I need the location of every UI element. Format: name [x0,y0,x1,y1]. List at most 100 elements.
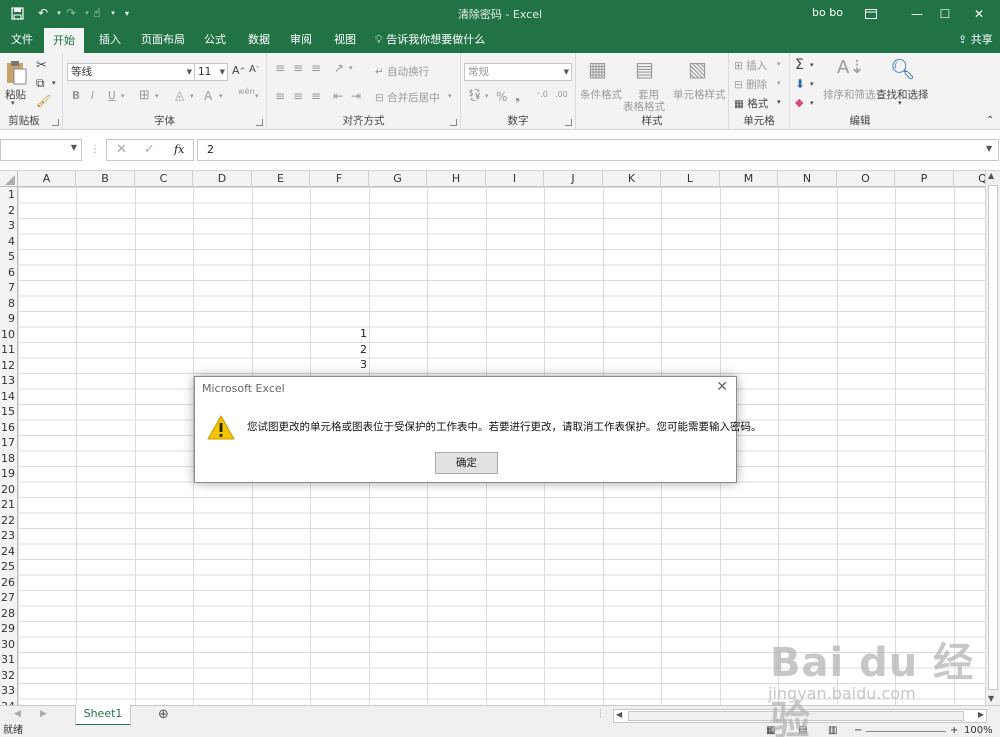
shrink-font-icon[interactable]: Aˇ [249,64,259,75]
underline-dropdown-icon[interactable]: ▾ [121,92,125,100]
row-header-22[interactable]: 22 [0,512,18,528]
sort-filter-icon[interactable]: A⇣ [837,57,864,78]
tab-insert[interactable]: 插入 [97,27,123,53]
row-header-33[interactable]: 33 [0,683,18,699]
row-header-27[interactable]: 27 [0,590,18,606]
insert-dropdown-icon[interactable]: ▾ [777,60,781,68]
row-header-16[interactable]: 16 [0,419,18,435]
column-header-e[interactable]: E [252,171,310,187]
comma-style-icon[interactable]: ❟ [515,89,520,104]
row-header-8[interactable]: 8 [0,295,18,311]
tab-formulas[interactable]: 公式 [202,27,228,53]
borders-dropdown-icon[interactable]: ▾ [155,92,159,100]
column-header-d[interactable]: D [193,171,252,187]
fill-icon[interactable]: ⬇ [795,77,805,91]
row-header-10[interactable]: 10 [0,326,18,342]
orientation-dropdown-icon[interactable]: ▾ [349,64,353,72]
merge-dropdown-icon[interactable]: ▾ [448,92,452,100]
find-dropdown-icon[interactable]: ▾ [898,99,902,107]
paste-dropdown-icon[interactable]: ▾ [11,99,15,107]
phonetic-icon[interactable]: wén [238,87,255,96]
row-header-29[interactable]: 29 [0,621,18,637]
increase-decimal-icon[interactable]: ⁺.0 [536,90,548,99]
row-header-30[interactable]: 30 [0,636,18,652]
column-header-p[interactable]: P [895,171,954,187]
column-header-a[interactable]: A [18,171,76,187]
underline-button[interactable]: U [108,90,116,102]
column-header-k[interactable]: K [603,171,661,187]
decrease-decimal-icon[interactable]: .00 [555,90,568,99]
align-middle-icon[interactable]: ≡ [293,61,303,75]
row-header-31[interactable]: 31 [0,652,18,668]
row-header-12[interactable]: 12 [0,357,18,373]
copy-dropdown-icon[interactable]: ▾ [52,79,56,87]
tell-me-search[interactable]: 💡︎ 告诉我你想要做什么 [375,27,485,53]
expand-formula-icon[interactable]: ▼ [986,144,992,153]
font-launcher-icon[interactable] [256,119,263,126]
autosum-dropdown-icon[interactable]: ▾ [810,61,814,69]
align-center-icon[interactable]: ≡ [293,89,303,103]
accounting-dropdown-icon[interactable]: ▾ [485,92,489,100]
cell-styles-button[interactable]: 单元格样式 [673,87,726,102]
insert-function-button[interactable]: fx [174,143,184,156]
row-header-4[interactable]: 4 [0,233,18,249]
row-header-18[interactable]: 18 [0,450,18,466]
scroll-thumb[interactable] [988,185,998,690]
sort-filter-button[interactable]: 排序和筛选 [823,87,876,102]
cell-f11[interactable]: 2 [310,342,367,358]
delete-cells-button[interactable]: ⊟ 删除 [734,77,767,92]
tab-page-layout[interactable]: 页面布局 [139,27,187,53]
row-header-14[interactable]: 14 [0,388,18,404]
find-select-icon[interactable]: 🔍︎ [890,57,915,81]
tab-data[interactable]: 数据 [246,27,272,53]
alignment-launcher-icon[interactable] [450,119,457,126]
fill-color-dropdown-icon[interactable]: ▾ [190,92,194,100]
row-header-11[interactable]: 11 [0,342,18,358]
scroll-up-icon[interactable]: ▲ [988,171,994,180]
row-header-17[interactable]: 17 [0,435,18,451]
row-header-32[interactable]: 32 [0,667,18,683]
formula-input[interactable]: 2 [197,139,999,161]
font-name-select[interactable]: 等线 ▼ [67,63,195,81]
row-header-21[interactable]: 21 [0,497,18,513]
collapse-ribbon-icon[interactable]: ⌃ [986,115,994,126]
tab-file[interactable]: 文件 [9,27,35,53]
copy-icon[interactable]: ⧉ [36,76,45,91]
font-size-select[interactable]: 11 ▼ [194,63,228,81]
prev-sheet-icon[interactable]: ◀ [14,709,21,719]
row-header-25[interactable]: 25 [0,559,18,575]
row-header-26[interactable]: 26 [0,574,18,590]
row-header-23[interactable]: 23 [0,528,18,544]
percent-button[interactable]: % [496,90,507,104]
column-header-j[interactable]: J [544,171,603,187]
insert-cells-button[interactable]: ⊞ 插入 [734,58,767,73]
row-header-3[interactable]: 3 [0,218,18,234]
font-color-icon[interactable]: A [204,89,212,103]
cell-f12[interactable]: 3 [310,357,367,373]
font-color-dropdown-icon[interactable]: ▾ [219,92,223,100]
column-header-g[interactable]: G [369,171,427,187]
row-header-20[interactable]: 20 [0,481,18,497]
phonetic-dropdown-icon[interactable]: ▾ [255,92,259,100]
wrap-text-button[interactable]: ↵ 自动换行 [375,64,429,79]
enter-icon[interactable]: ✓ [144,142,155,157]
borders-icon[interactable]: ⊞ [139,88,150,103]
column-header-o[interactable]: O [837,171,895,187]
column-header-n[interactable]: N [778,171,837,187]
paste-icon[interactable] [4,59,30,85]
column-header-c[interactable]: C [135,171,193,187]
user-name[interactable]: bo bo [812,6,843,19]
column-header-q[interactable]: Q [954,171,985,187]
row-header-24[interactable]: 24 [0,543,18,559]
vertical-scrollbar[interactable]: ▲ ▼ [985,171,1000,705]
fill-color-icon[interactable]: ◬ [175,88,184,102]
row-header-19[interactable]: 19 [0,466,18,482]
next-sheet-icon[interactable]: ▶ [40,709,47,719]
name-box[interactable]: ▼ [0,139,82,161]
format-as-table-icon[interactable]: ▤ [635,57,654,81]
column-header-i[interactable]: I [486,171,544,187]
clear-icon[interactable]: ◆ [795,96,803,109]
row-header-9[interactable]: 9 [0,311,18,327]
ribbon-display-icon[interactable] [848,0,894,27]
row-header-5[interactable]: 5 [0,249,18,265]
